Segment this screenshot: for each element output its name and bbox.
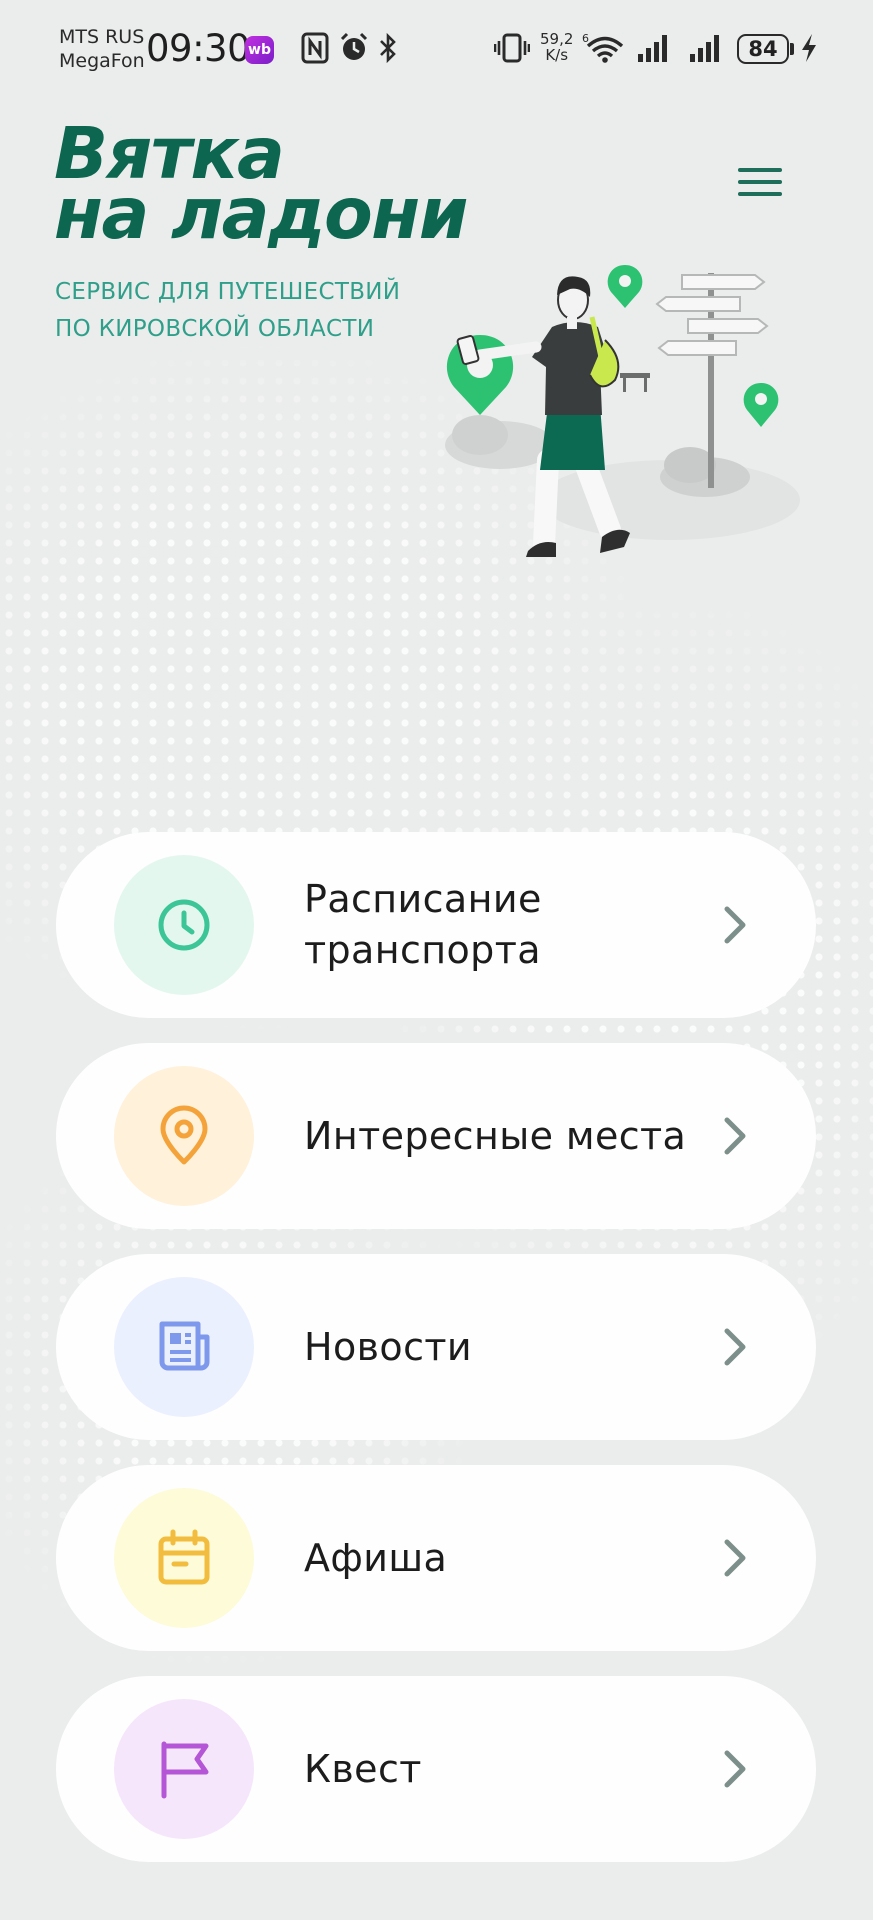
menu-item-icon-bg — [114, 1699, 254, 1839]
svg-text:6: 6 — [582, 32, 589, 45]
map-pin-hole — [755, 393, 767, 405]
carrier-2: MegaFon — [59, 50, 145, 72]
sign-board — [655, 296, 741, 312]
traveler-illustration — [445, 265, 800, 557]
hamburger-icon-bar — [738, 192, 782, 196]
hamburger-icon-bar — [738, 180, 782, 184]
menu-item-label-line-1: Квест — [304, 1746, 422, 1791]
menu-item-label: Афиша — [304, 1465, 447, 1651]
location-pin-icon — [160, 1105, 208, 1165]
chevron-right-icon — [724, 906, 746, 944]
menu-item-transport-schedule[interactable]: Расписание транспорта — [56, 832, 816, 1018]
tagline-line-1: СЕРВИС ДЛЯ ПУТЕШЕСТВИЙ — [55, 279, 401, 305]
bench-leg — [644, 378, 647, 392]
calendar-icon — [158, 1529, 210, 1585]
menu-item-label-line-1: Афиша — [304, 1535, 448, 1580]
chevron-right-icon — [724, 1539, 746, 1577]
menu-item-label: Расписание транспорта — [304, 832, 542, 1018]
alarm-icon — [340, 32, 368, 60]
clock-icon — [158, 899, 210, 951]
person-neck — [567, 317, 577, 329]
bench — [620, 373, 650, 378]
bush-left-top — [452, 415, 508, 455]
nfc-icon — [301, 32, 329, 64]
bench-leg — [623, 378, 626, 392]
tagline-line-2: ПО КИРОВСКОЙ ОБЛАСТИ — [55, 316, 375, 342]
map-pin-hole — [619, 275, 631, 287]
main-menu: Расписание транспорта Интересные места Н… — [56, 832, 816, 1887]
sign-board — [687, 318, 769, 334]
hamburger-menu-button[interactable] — [733, 168, 787, 208]
menu-item-icon-bg — [114, 1277, 254, 1417]
bluetooth-icon — [380, 32, 396, 64]
menu-item-news[interactable]: Новости — [56, 1254, 816, 1440]
menu-item-icon-bg — [114, 855, 254, 995]
menu-item-label-line-2: транспорта — [304, 928, 541, 972]
chevron-right-icon — [724, 1750, 746, 1788]
chevron-right-icon — [724, 1328, 746, 1366]
menu-item-icon-bg — [114, 1066, 254, 1206]
menu-item-label-line-1: Интересные места — [304, 1113, 687, 1158]
battery-tip — [790, 43, 794, 55]
menu-item-label: Квест — [304, 1676, 422, 1862]
chevron-right-icon — [724, 1117, 746, 1155]
newspaper-icon — [159, 1321, 210, 1371]
wifi-icon: 6 — [582, 32, 624, 63]
status-bar: MTS RUS MegaFon 09:30 wb 59,2 K/s 6 84 — [0, 0, 873, 100]
menu-item-label: Интересные места — [304, 1043, 686, 1229]
menu-item-label-line-1: Новости — [304, 1324, 472, 1369]
network-speed: 59,2 K/s — [540, 31, 573, 63]
signal-1-icon — [638, 35, 667, 62]
carrier-names: MTS RUS MegaFon — [59, 25, 145, 73]
menu-item-quest[interactable]: Квест — [56, 1676, 816, 1862]
network-speed-unit: K/s — [545, 46, 569, 64]
menu-item-label-line-1: Расписание — [304, 877, 542, 921]
vibrate-icon — [494, 33, 530, 63]
menu-item-label: Новости — [304, 1254, 472, 1440]
flag-icon — [161, 1741, 209, 1799]
status-time: 09:30 — [146, 27, 251, 70]
network-speed-value: 59,2 — [540, 30, 574, 48]
wb-app-icon: wb — [245, 36, 274, 64]
logo-line-2: на ладони — [54, 172, 469, 255]
app-tagline: СЕРВИС ДЛЯ ПУТЕШЕСТВИЙ ПО КИРОВСКОЙ ОБЛА… — [55, 274, 400, 348]
menu-item-icon-bg — [114, 1488, 254, 1628]
app-logo: Вятка на ладони — [54, 118, 469, 255]
carrier-1: MTS RUS — [59, 26, 145, 48]
person-leg-left — [533, 449, 559, 556]
sign-board — [681, 274, 766, 290]
battery-indicator: 84 — [737, 34, 789, 64]
signal-2-icon — [690, 35, 719, 62]
menu-item-events-poster[interactable]: Афиша — [56, 1465, 816, 1651]
person-shoe-left — [526, 542, 556, 557]
menu-item-places-of-interest[interactable]: Интересные места — [56, 1043, 816, 1229]
sign-board — [657, 340, 737, 356]
charging-icon — [802, 34, 816, 62]
hamburger-icon — [738, 168, 782, 172]
